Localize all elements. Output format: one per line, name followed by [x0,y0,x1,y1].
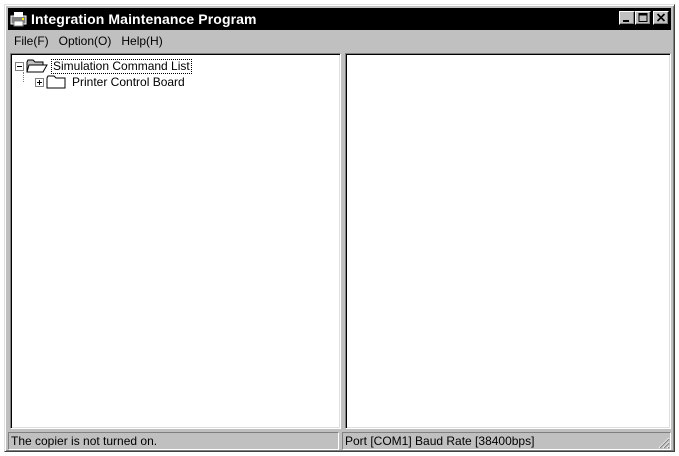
expand-icon[interactable] [35,77,44,87]
minimize-button[interactable] [619,11,635,25]
tree-connector [23,72,24,82]
collapse-icon[interactable] [15,61,24,71]
status-port-text: Port [COM1] Baud Rate [38400bps] [345,434,535,448]
minimize-icon [623,20,629,22]
window-controls [619,11,669,25]
detail-pane[interactable] [345,53,671,429]
open-folder-icon [26,59,48,73]
menu-option[interactable]: Option(O) [54,34,117,48]
tree-node-root[interactable]: Simulation Command List [15,58,192,74]
maximize-button[interactable] [635,11,651,25]
folder-icon [46,75,66,89]
tree-label-root[interactable]: Simulation Command List [51,58,192,74]
command-tree: Simulation Command List Printer Control … [15,58,192,90]
app-window: Integration Maintenance Program File(F) [4,4,675,452]
maximize-icon [638,13,648,22]
close-button[interactable] [653,11,669,25]
title-bar[interactable]: Integration Maintenance Program [8,8,671,30]
status-bar: The copier is not turned on. Port [COM1]… [8,432,671,450]
menu-file[interactable]: File(F) [8,34,54,48]
menu-help[interactable]: Help(H) [116,34,167,48]
resize-grip-icon[interactable] [656,435,670,449]
tree-label-printer-control-board[interactable]: Printer Control Board [71,75,186,89]
close-icon [656,13,666,22]
tree-node-printer-control-board[interactable]: Printer Control Board [35,74,192,90]
command-tree-pane[interactable]: Simulation Command List Printer Control … [10,53,341,429]
status-port-info: Port [COM1] Baud Rate [38400bps] [342,432,671,450]
printer-app-icon[interactable] [10,10,28,28]
status-message: The copier is not turned on. [8,432,339,450]
menu-bar: File(F) Option(O) Help(H) [8,32,671,50]
window-title: Integration Maintenance Program [31,11,257,27]
